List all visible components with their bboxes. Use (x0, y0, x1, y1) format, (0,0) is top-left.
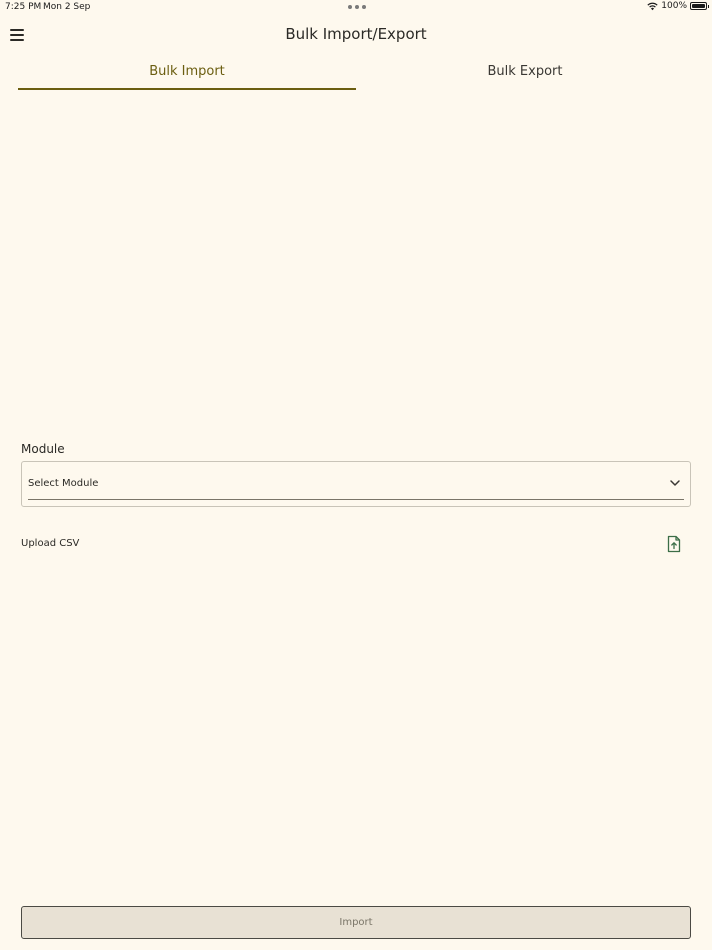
upload-csv-label: Upload CSV (21, 538, 80, 549)
tab-bulk-export[interactable]: Bulk Export (356, 58, 694, 90)
tab-bar: Bulk Import Bulk Export (18, 58, 694, 90)
tab-bulk-import[interactable]: Bulk Import (18, 58, 356, 90)
status-date: Mon 2 Sep (43, 2, 91, 12)
status-indicators: 100% (647, 1, 709, 11)
upload-csv-row[interactable]: Upload CSV (21, 532, 691, 558)
status-bar: 7:25 PM Mon 2 Sep 100% (0, 0, 712, 16)
bulk-import-export-screen: 7:25 PM Mon 2 Sep 100% Bulk Import/Expor… (0, 0, 712, 950)
battery-icon (690, 2, 709, 10)
import-button[interactable]: Import (21, 906, 691, 939)
battery-percentage: 100% (661, 1, 687, 11)
module-select[interactable]: Select Module (21, 461, 691, 507)
wifi-icon (647, 2, 658, 10)
file-upload-icon[interactable] (666, 535, 682, 553)
app-header: Bulk Import/Export (0, 18, 712, 52)
status-time: 7:25 PM (5, 2, 42, 12)
module-select-value: Select Module (28, 478, 99, 489)
select-underline (28, 499, 684, 500)
module-label: Module (21, 442, 65, 456)
page-title: Bulk Import/Export (285, 25, 427, 43)
chevron-down-icon (670, 480, 680, 486)
multitasking-dots-icon[interactable] (348, 5, 366, 9)
